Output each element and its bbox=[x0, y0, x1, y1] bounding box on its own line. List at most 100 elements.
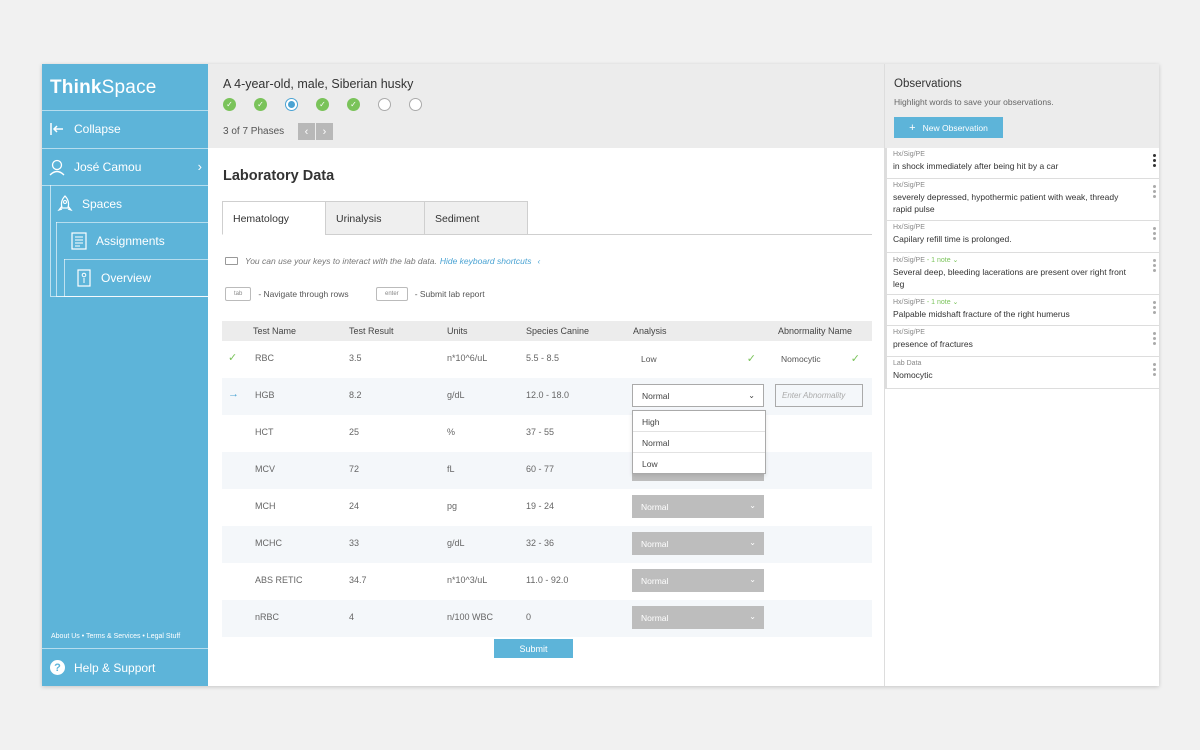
shortcut-enter-text: - Submit lab report bbox=[414, 289, 485, 299]
check-icon: ✓ bbox=[746, 353, 756, 365]
observations-title: Observations bbox=[894, 78, 962, 90]
cell-result: 72 bbox=[349, 464, 360, 474]
more-vertical-icon[interactable] bbox=[1152, 185, 1156, 200]
cell-range: 5.5 - 8.5 bbox=[526, 353, 560, 363]
cell-result: 33 bbox=[349, 538, 360, 548]
observation-item[interactable]: Hx/Sig/PE presence of fractures bbox=[885, 326, 1159, 357]
analysis-text: Normal bbox=[641, 575, 669, 586]
more-vertical-icon[interactable] bbox=[1152, 301, 1156, 316]
shortcut-enter: enter - Submit lab report bbox=[376, 287, 485, 301]
more-vertical-icon[interactable] bbox=[1152, 154, 1156, 169]
keyboard-icon bbox=[225, 257, 238, 265]
abnormality-input[interactable]: Enter Abnormality bbox=[775, 384, 863, 407]
observation-note-toggle[interactable]: - 1 note ⌄ bbox=[925, 299, 959, 306]
observations-panel: Observations Highlight words to save you… bbox=[884, 64, 1159, 686]
observation-category: Hx/Sig/PE bbox=[893, 224, 1132, 231]
cell-range: 32 - 36 bbox=[526, 538, 555, 548]
prev-phase-button[interactable]: ‹ bbox=[298, 123, 315, 140]
observation-note-toggle[interactable]: - 1 note ⌄ bbox=[925, 257, 959, 264]
phase-dot-done[interactable]: ✓ bbox=[223, 98, 236, 111]
observation-category-text: Hx/Sig/PE bbox=[893, 224, 925, 231]
observation-category-text: Hx/Sig/PE bbox=[893, 299, 925, 306]
chevron-left-icon[interactable]: ‹ bbox=[538, 256, 541, 266]
help-support-button[interactable]: ? Help & Support bbox=[42, 648, 208, 686]
check-icon: ✓ bbox=[850, 353, 860, 365]
analysis-select[interactable]: Normal ⌄ bbox=[632, 569, 764, 592]
observation-item[interactable]: Hx/Sig/PE - 1 note ⌄ Several deep, bleedi… bbox=[885, 253, 1159, 295]
dropdown-option-low[interactable]: Low bbox=[633, 453, 765, 474]
phase-count: 3 of 7 Phases bbox=[223, 126, 285, 137]
observation-text: Capilary refill time is prolonged. bbox=[893, 234, 1012, 244]
more-vertical-icon[interactable] bbox=[1152, 332, 1156, 347]
analysis-text: Low bbox=[641, 353, 657, 364]
table-row[interactable]: ABS RETIC 34.7 n*10^3/uL 11.0 - 92.0 Nor… bbox=[222, 563, 872, 600]
sidebar-item-user[interactable]: José Camou › bbox=[42, 148, 208, 185]
cell-range: 0 bbox=[526, 612, 532, 622]
analysis-select[interactable]: Normal ⌄ bbox=[632, 495, 764, 518]
next-phase-button[interactable]: › bbox=[316, 123, 333, 140]
phase-dot-done[interactable]: ✓ bbox=[254, 98, 267, 111]
more-vertical-icon[interactable] bbox=[1152, 227, 1156, 242]
table-row[interactable]: nRBC 4 n/100 WBC 0 Normal ⌄ bbox=[222, 600, 872, 637]
cell-units: n/100 WBC bbox=[447, 612, 494, 622]
phase-dot-current[interactable] bbox=[285, 98, 298, 111]
analysis-select[interactable]: Normal ⌄ bbox=[632, 384, 764, 407]
more-vertical-icon[interactable] bbox=[1152, 259, 1156, 274]
phase-dot-todo[interactable] bbox=[409, 98, 422, 111]
dropdown-option-normal[interactable]: Normal bbox=[633, 432, 765, 453]
analysis-select[interactable]: Normal ⌄ bbox=[632, 532, 764, 555]
phase-dot-todo[interactable] bbox=[378, 98, 391, 111]
collapse-label: Collapse bbox=[74, 122, 121, 136]
brand-bold: Think bbox=[50, 77, 102, 98]
collapse-button[interactable]: Collapse bbox=[42, 110, 208, 147]
user-name: José Camou bbox=[74, 160, 142, 174]
phase-dot-done[interactable]: ✓ bbox=[347, 98, 360, 111]
case-title: A 4-year-old, male, Siberian husky bbox=[223, 77, 414, 91]
observation-item[interactable]: Hx/Sig/PE severely depressed, hypothermic… bbox=[885, 179, 1159, 221]
observation-item[interactable]: Lab Data Nomocytic bbox=[885, 357, 1159, 389]
collapse-icon bbox=[42, 122, 72, 136]
cell-test-name: HGB bbox=[255, 390, 275, 400]
observation-item[interactable]: Hx/Sig/PE - 1 note ⌄ Palpable midshaft fr… bbox=[885, 295, 1159, 326]
submit-button[interactable]: Submit bbox=[494, 639, 573, 658]
hide-shortcuts-link[interactable]: Hide keyboard shortcuts bbox=[440, 256, 532, 266]
chevron-right-icon: › bbox=[197, 159, 202, 174]
sidebar: ThinkSpace Collapse José Camou › Spaces bbox=[42, 64, 208, 686]
table-row[interactable]: HCT 25 % 37 - 55 bbox=[222, 415, 872, 452]
col-test-result: Test Result bbox=[349, 326, 394, 336]
observations-subtitle: Highlight words to save your observation… bbox=[894, 97, 1054, 107]
shortcut-tab: tab - Navigate through rows bbox=[225, 287, 349, 301]
observation-category-text: Hx/Sig/PE bbox=[893, 257, 925, 264]
chevron-down-icon: ⌄ bbox=[748, 391, 755, 400]
dropdown-option-high[interactable]: High bbox=[633, 411, 765, 432]
tab-sediment[interactable]: Sediment bbox=[424, 201, 528, 235]
table-row[interactable]: → HGB 8.2 g/dL 12.0 - 18.0 Normal ⌄ Enter… bbox=[222, 378, 872, 415]
tab-hematology[interactable]: Hematology bbox=[222, 201, 326, 235]
abnormality-value[interactable]: Nomocytic ✓ bbox=[775, 347, 863, 370]
analysis-text: Normal bbox=[641, 612, 669, 623]
cell-range: 60 - 77 bbox=[526, 464, 555, 474]
analysis-select[interactable]: Normal ⌄ bbox=[632, 606, 764, 629]
table-row[interactable]: MCV 72 fL 60 - 77 bbox=[222, 452, 872, 489]
sidebar-footer-links[interactable]: About Us • Terms & Services • Legal Stuf… bbox=[51, 633, 180, 640]
more-vertical-icon[interactable] bbox=[1152, 363, 1156, 378]
observation-category: Hx/Sig/PE bbox=[893, 182, 1132, 189]
table-row[interactable]: MCH 24 pg 19 - 24 Normal ⌄ bbox=[222, 489, 872, 526]
observation-item[interactable]: Hx/Sig/PE in shock immediately after bein… bbox=[885, 148, 1159, 179]
new-observation-button[interactable]: + New Observation bbox=[894, 117, 1003, 138]
col-test-name: Test Name bbox=[253, 326, 297, 336]
col-species: Species Canine bbox=[526, 326, 590, 336]
plus-icon: + bbox=[909, 121, 916, 134]
table-row[interactable]: ✓ RBC 3.5 n*10^6/uL 5.5 - 8.5 Low ✓ Nomoc… bbox=[222, 341, 872, 378]
observations-header: Observations Highlight words to save you… bbox=[885, 64, 1159, 148]
overview-nest-line bbox=[64, 259, 208, 297]
table-row[interactable]: MCHC 33 g/dL 32 - 36 Normal ⌄ bbox=[222, 526, 872, 563]
analysis-value[interactable]: Low ✓ bbox=[632, 347, 764, 370]
chevron-down-icon: ⌄ bbox=[749, 575, 756, 584]
cell-test-name: MCH bbox=[255, 501, 276, 511]
brand-logo[interactable]: ThinkSpace bbox=[50, 77, 157, 99]
phase-dot-done[interactable]: ✓ bbox=[316, 98, 329, 111]
observation-category-text: Hx/Sig/PE bbox=[893, 182, 925, 189]
observation-item[interactable]: Hx/Sig/PE Capilary refill time is prolong… bbox=[885, 221, 1159, 253]
tab-urinalysis[interactable]: Urinalysis bbox=[325, 201, 425, 235]
